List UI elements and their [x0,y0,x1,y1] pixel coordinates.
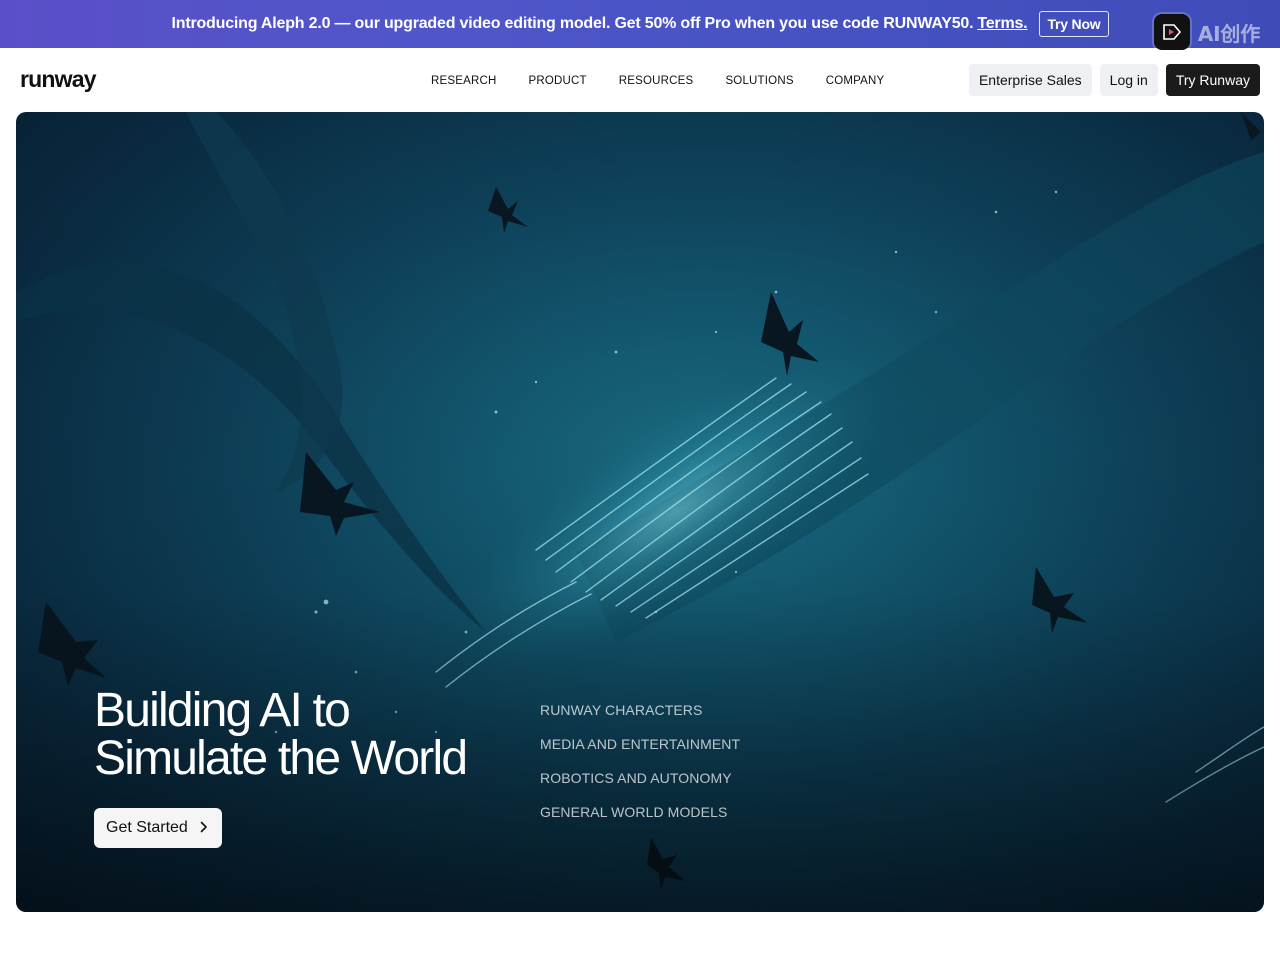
link-general-world-models[interactable]: GENERAL WORLD MODELS [540,804,740,838]
try-now-button[interactable]: Try Now [1039,11,1109,37]
nav-actions: Enterprise Sales Log in Try Runway [968,64,1260,96]
chevron-right-icon [200,820,208,836]
get-started-label: Get Started [106,819,188,836]
hero-title-line-2: Simulate the World [94,732,468,785]
hero-section: Building AI to Simulate the World Get St… [16,112,1264,912]
link-media-entertainment[interactable]: MEDIA AND ENTERTAINMENT [540,736,740,770]
menu-item-company[interactable]: COMPANY [826,75,885,87]
top-nav: runway RESEARCH PRODUCT RESOURCES SOLUTI… [0,48,1280,112]
app-logo-icon [1153,14,1190,50]
try-runway-button[interactable]: Try Runway [1165,64,1260,96]
announcement-bar: Introducing Aleph 2.0 — our upgraded vid… [0,0,1280,50]
menu-item-resources[interactable]: RESOURCES [619,75,694,87]
link-runway-characters[interactable]: RUNWAY CHARACTERS [540,702,740,736]
menu-item-solutions[interactable]: SOLUTIONS [725,75,793,87]
watermark: AI创作 [1153,14,1260,50]
link-robotics-autonomy[interactable]: ROBOTICS AND AUTONOMY [540,770,740,804]
main-menu: RESEARCH PRODUCT RESOURCES SOLUTIONS COM… [431,75,884,87]
menu-item-product[interactable]: PRODUCT [529,75,587,87]
watermark-text: AI创作 [1197,21,1260,46]
hero-title-line-1: Building AI to [94,684,351,737]
login-button[interactable]: Log in [1099,64,1158,96]
enterprise-sales-button[interactable]: Enterprise Sales [968,64,1092,96]
hero-title: Building AI to Simulate the World [94,687,514,783]
announcement-message: Introducing Aleph 2.0 — our upgraded vid… [171,15,974,32]
get-started-button[interactable]: Get Started [94,808,222,848]
terms-link[interactable]: Terms. [977,15,1027,33]
brand-logo[interactable]: runway [20,66,97,93]
menu-item-research[interactable]: RESEARCH [431,75,497,87]
hero-links: RUNWAY CHARACTERS MEDIA AND ENTERTAINMEN… [540,702,740,838]
